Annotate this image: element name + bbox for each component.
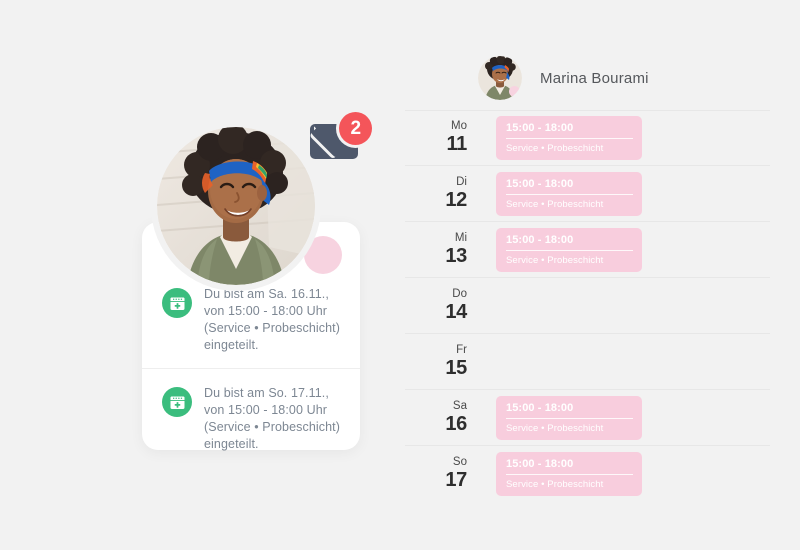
profile-name: Marina Bourami <box>540 69 649 87</box>
day-label: Fr 15 <box>405 344 479 379</box>
day-label: Mi 13 <box>405 232 479 267</box>
profile-header[interactable]: Marina Bourami <box>478 56 649 100</box>
shift-zone: 15:00 - 18:00 Service • Probeschicht <box>479 227 770 272</box>
list-item[interactable]: Du bist am Sa. 16.11., von 15:00 - 18:00… <box>142 276 360 364</box>
day-abbr: Mi <box>454 232 467 244</box>
schedule-row-so: So 17 15:00 - 18:00 Service • Probeschic… <box>405 446 770 501</box>
schedule-row-di: Di 12 15:00 - 18:00 Service • Probeschic… <box>405 166 770 222</box>
list-item[interactable]: Du bist am So. 17.11., von 15:00 - 18:00… <box>142 368 360 463</box>
avatar <box>478 56 522 100</box>
notification-text: Du bist am So. 17.11., von 15:00 - 18:00… <box>204 386 340 451</box>
day-number: 16 <box>445 413 467 435</box>
shift-title: Service • Probeschicht <box>506 254 604 266</box>
notifications-panel: 2 Du bist am Sa. 16.11., von 15:00 - 18:… <box>0 0 400 550</box>
notification-list: Du bist am Sa. 16.11., von 15:00 - 18:00… <box>142 276 360 463</box>
schedule-row-fr: Fr 15 <box>405 334 770 390</box>
day-label: Mo 11 <box>405 120 479 155</box>
shift-time: 15:00 - 18:00 <box>506 458 633 475</box>
day-label: Di 12 <box>405 176 479 211</box>
day-abbr: Mo <box>451 120 467 132</box>
notification-badge: 2 <box>339 112 372 145</box>
shift-title: Service • Probeschicht <box>506 422 604 434</box>
day-number: 14 <box>445 301 467 323</box>
schedule-row-mo: Mo 11 15:00 - 18:00 Service • Probeschic… <box>405 110 770 166</box>
shift-block[interactable]: 15:00 - 18:00 Service • Probeschicht <box>496 451 642 496</box>
app-root: 2 Du bist am Sa. 16.11., von 15:00 - 18:… <box>0 0 800 550</box>
shift-zone: 15:00 - 18:00 Service • Probeschicht <box>479 171 770 216</box>
day-label: Do 14 <box>405 288 479 323</box>
shift-zone: 15:00 - 18:00 Service • Probeschicht <box>479 395 770 440</box>
schedule-row-mi: Mi 13 15:00 - 18:00 Service • Probeschic… <box>405 222 770 278</box>
day-number: 17 <box>445 469 467 491</box>
shift-time: 15:00 - 18:00 <box>506 402 633 419</box>
schedule-row-do: Do 14 <box>405 278 770 334</box>
avatar-photo <box>157 127 315 285</box>
shift-title: Service • Probeschicht <box>506 478 604 490</box>
shift-time: 15:00 - 18:00 <box>506 234 633 251</box>
shift-title: Service • Probeschicht <box>506 142 604 154</box>
shift-block[interactable]: 15:00 - 18:00 Service • Probeschicht <box>496 227 642 272</box>
schedule-row-sa: Sa 16 15:00 - 18:00 Service • Probeschic… <box>405 390 770 446</box>
shift-block[interactable]: 15:00 - 18:00 Service • Probeschicht <box>496 395 642 440</box>
day-abbr: Do <box>452 288 467 300</box>
schedule-panel: Marina Bourami Mo 11 15:00 - 18:00 Servi… <box>400 0 800 550</box>
day-number: 15 <box>445 357 467 379</box>
day-number: 12 <box>445 189 467 211</box>
day-label: Sa 16 <box>405 400 479 435</box>
schedule-divider <box>405 110 770 111</box>
notification-text: Du bist am Sa. 16.11., von 15:00 - 18:00… <box>204 287 340 352</box>
day-abbr: Fr <box>456 344 467 356</box>
shift-zone: 15:00 - 18:00 Service • Probeschicht <box>479 115 770 160</box>
shift-block[interactable]: 15:00 - 18:00 Service • Probeschicht <box>496 171 642 216</box>
shift-zone: 15:00 - 18:00 Service • Probeschicht <box>479 451 770 496</box>
shift-block[interactable]: 15:00 - 18:00 Service • Probeschicht <box>496 115 642 160</box>
day-number: 13 <box>445 245 467 267</box>
accent-dot <box>304 236 342 274</box>
notification-envelope[interactable]: 2 <box>310 112 372 166</box>
accent-dot <box>509 86 520 97</box>
calendar-plus-icon <box>162 288 192 318</box>
avatar <box>157 127 315 285</box>
day-abbr: So <box>452 456 467 468</box>
week-schedule: Mo 11 15:00 - 18:00 Service • Probeschic… <box>400 110 800 501</box>
day-number: 11 <box>446 133 467 155</box>
shift-time: 15:00 - 18:00 <box>506 178 633 195</box>
day-abbr: Di <box>456 176 467 188</box>
calendar-plus-icon <box>162 387 192 417</box>
shift-title: Service • Probeschicht <box>506 198 604 210</box>
day-label: So 17 <box>405 456 479 491</box>
shift-time: 15:00 - 18:00 <box>506 122 633 139</box>
day-abbr: Sa <box>452 400 467 412</box>
